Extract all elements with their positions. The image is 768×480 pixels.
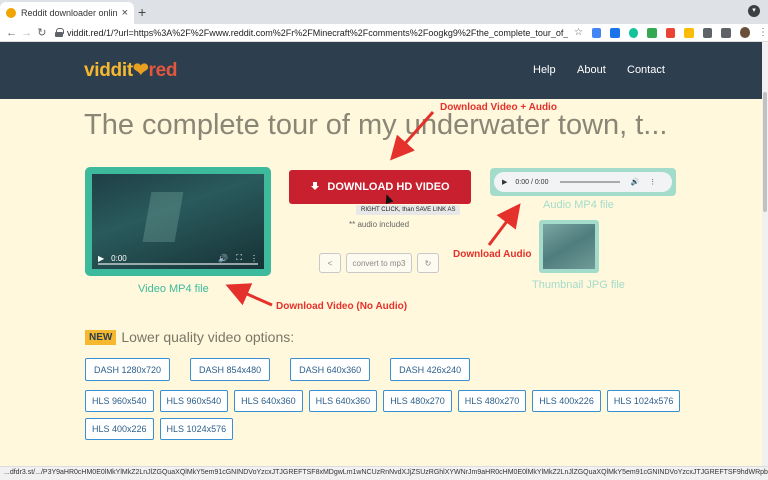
format-button-hls[interactable]: HLS 400x226 [85,418,154,440]
audio-play-icon[interactable]: ▶ [502,178,507,186]
audio-player-frame: ▶ 0:00 / 0:00 🔊 ⋮ [490,168,676,196]
share-button[interactable]: < [319,253,341,273]
format-button-hls[interactable]: HLS 1024x576 [606,390,681,412]
dash-options-row: DASH 1280x720 DASH 854x480 DASH 640x360 … [85,358,471,381]
lower-quality-heading: NEW Lower quality video options: [85,329,294,345]
reload-button[interactable]: ↻ [34,26,49,39]
refresh-button[interactable]: ↻ [417,253,439,273]
window-menu-icon[interactable]: ▾ [748,5,760,17]
format-button-hls[interactable]: HLS 960x540 [159,390,229,412]
thumbnail-jpg-label[interactable]: Thumbnail JPG file [532,279,625,291]
hls-options-row: HLS 960x540 HLS 960x540 HLS 640x360 HLS … [85,390,681,412]
extension-icon-grammarly[interactable] [628,27,639,38]
browser-tabstrip: Reddit downloader online. Do × + ▾ [0,0,768,24]
video-player-frame: ▶ 0:00 🔊 ⛶ ⋮ [85,167,271,276]
hls-options-row-2: HLS 400x226 HLS 1024x576 [85,418,234,440]
format-button-hls[interactable]: HLS 960x540 [85,390,154,412]
download-hd-video-button[interactable]: DOWNLOAD HD VIDEO [289,170,471,204]
video-volume-icon[interactable]: 🔊 [218,254,228,263]
annotation-download-audio: Download Audio [453,249,532,260]
format-button-hls[interactable]: HLS 400x226 [532,390,601,412]
audio-time: 0:00 / 0:00 [515,178,549,186]
audio-volume-icon[interactable]: 🔊 [630,178,639,186]
browser-status-bar: ...dfdr3.st/.../P3Y9aHR0cHM0E0lMkYlMkZ2L… [0,466,768,480]
action-row: < convert to mp3 ↻ [319,253,439,273]
video-mp4-label[interactable]: Video MP4 file [138,283,209,295]
extensions-puzzle-icon[interactable] [702,27,713,38]
browser-menu-icon[interactable]: ⋮ [758,27,768,38]
new-tab-button[interactable]: + [138,4,146,20]
share-icon: < [327,258,333,268]
heart-icon: ❤ [132,60,149,81]
back-button[interactable]: ← [4,27,19,39]
video-player[interactable]: ▶ 0:00 🔊 ⛶ ⋮ [92,174,264,269]
new-badge: NEW [85,329,117,345]
format-button-dash-1280x720[interactable]: DASH 1280x720 [85,358,171,381]
format-button-hls[interactable]: HLS 480x270 [457,390,527,412]
site-header: viddit❤red Help About Contact [0,42,762,99]
extension-icon-3[interactable] [665,27,676,38]
forward-button[interactable]: → [19,27,34,39]
lower-quality-title: Lower quality video options: [121,329,295,345]
site-logo[interactable]: viddit❤red [84,59,177,82]
format-button-hls[interactable]: HLS 480x270 [383,390,452,412]
extension-icon-4[interactable] [684,27,694,38]
convert-to-mp3-button[interactable]: convert to mp3 [346,253,412,273]
profile-avatar[interactable] [739,27,750,38]
format-button-dash-854x480[interactable]: DASH 854x480 [190,358,271,381]
browser-toolbar: ← → ↻ viddit.red/1/?url=https%3A%2F%2Fww… [0,24,768,42]
arrow-to-audio-player [487,203,521,246]
video-time: 0:00 [111,253,127,263]
format-button-hls[interactable]: HLS 640x360 [308,390,378,412]
site-favicon-icon [6,8,16,18]
video-fullscreen-icon[interactable]: ⛶ [236,253,242,263]
audio-included-note: ** audio included [349,220,410,229]
video-controls: ▶ 0:00 🔊 ⛶ ⋮ [92,247,264,269]
audio-menu-icon[interactable]: ⋮ [649,178,656,186]
nav-help-link[interactable]: Help [533,64,556,76]
page-scrollbar[interactable] [762,42,768,466]
download-hd-label: DOWNLOAD HD VIDEO [327,181,450,193]
scrollbar-thumb[interactable] [763,92,767,212]
annotation-download-video-no-audio: Download Video (No Audio) [276,301,408,312]
video-progress-bar[interactable] [98,263,258,265]
page-title: The complete tour of my underwater town,… [84,109,668,141]
audio-progress-bar[interactable] [560,181,621,183]
nav-about-link[interactable]: About [577,64,606,76]
lock-icon[interactable] [55,28,64,37]
nav-contact-link[interactable]: Contact [627,64,665,76]
format-button-dash-426x240[interactable]: DASH 426x240 [390,358,471,381]
reading-list-icon[interactable] [721,27,731,38]
arrow-to-video-label [225,283,273,307]
address-bar[interactable]: viddit.red/1/?url=https%3A%2F%2Fwww.redd… [67,28,568,38]
browser-tab[interactable]: Reddit downloader online. Do × [0,2,134,24]
audio-player[interactable]: ▶ 0:00 / 0:00 🔊 ⋮ [494,172,672,192]
thumbnail-frame[interactable] [539,220,599,273]
extension-icon-translate[interactable] [591,27,602,38]
audio-mp4-label[interactable]: Audio MP4 file [543,199,614,211]
refresh-icon: ↻ [424,258,432,268]
annotation-download-video-audio: Download Video + Audio [440,102,557,113]
video-menu-icon[interactable]: ⋮ [250,254,258,263]
tab-title: Reddit downloader online. Do [21,8,118,18]
video-play-icon[interactable]: ▶ [98,254,104,263]
format-button-dash-640x360[interactable]: DASH 640x360 [290,358,371,381]
extension-icon-1[interactable] [610,27,620,38]
format-button-hls[interactable]: HLS 640x360 [234,390,303,412]
thumbnail-image [543,224,595,269]
tab-close-icon[interactable]: × [122,7,128,19]
save-link-tooltip: RIGHT CLICK, than SAVE LINK AS [356,205,461,215]
bookmark-star-icon[interactable]: ☆ [574,27,583,38]
extension-icon-2[interactable] [647,27,657,38]
download-icon [310,182,320,192]
format-button-hls[interactable]: HLS 1024x576 [159,418,234,440]
